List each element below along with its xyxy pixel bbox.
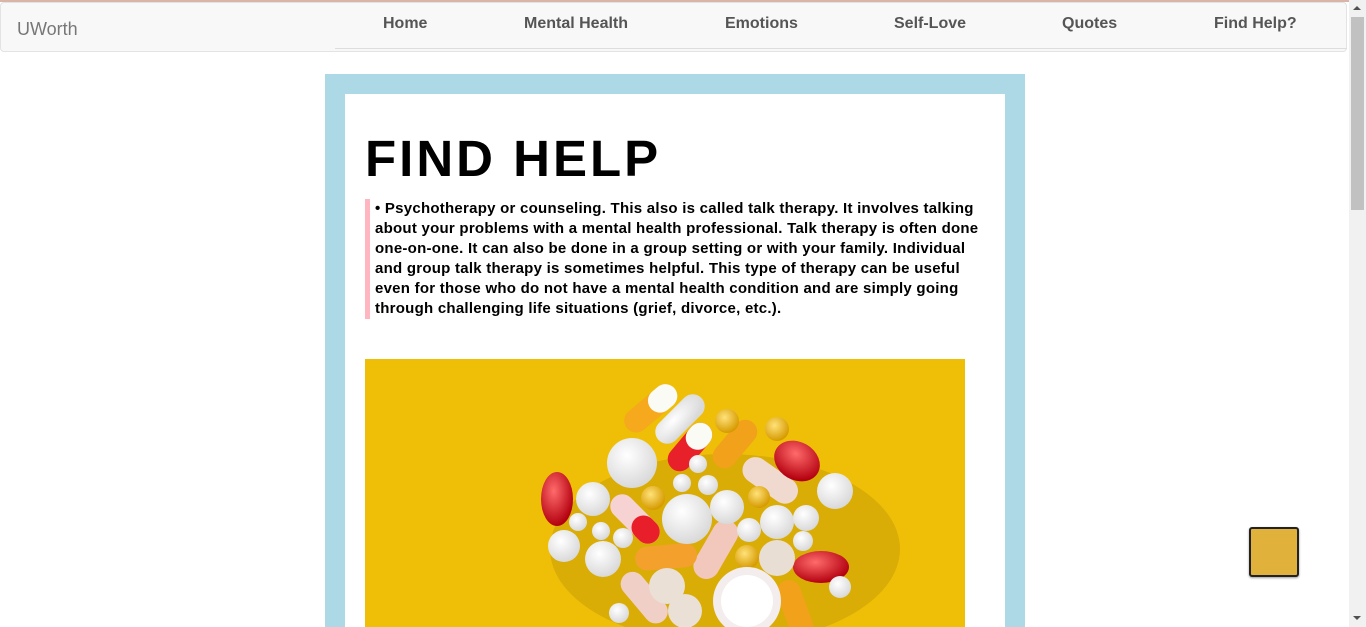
pills-image [365,359,965,627]
nav-item-self-love[interactable]: Self-Love [892,15,966,33]
content-frame: FIND HELP • Psychotherapy or counseling.… [325,74,1025,627]
vertical-scrollbar[interactable] [1349,0,1366,627]
nav-item-label: Find Help? [1214,15,1297,32]
scroll-up-arrow-icon[interactable] [1349,0,1366,17]
nav-item-find-help[interactable]: Find Help? [1212,15,1297,33]
nav-item-mental-health[interactable]: Mental Health [522,15,628,33]
scroll-down-arrow-icon[interactable] [1349,610,1366,627]
back-to-top-button[interactable] [1249,527,1299,577]
nav-item-label: Self-Love [894,15,967,32]
scroll-thumb[interactable] [1351,17,1364,210]
nav-item-label: Quotes [1062,15,1118,32]
nav-item-label: Home [383,15,428,32]
content-card: FIND HELP • Psychotherapy or counseling.… [345,94,1005,627]
nav-menu: Home Mental Health Emotions Self-Love Qu… [335,3,1347,49]
nav-item-label: Emotions [725,15,798,32]
nav-item-home[interactable]: Home [377,15,427,33]
page-title: FIND HELP [365,130,662,187]
navbar: UWorth Home Mental Health Emotions Self-… [0,2,1347,52]
brand-link[interactable]: UWorth [17,19,78,40]
nav-item-emotions[interactable]: Emotions [723,15,798,33]
nav-item-quotes[interactable]: Quotes [1060,15,1117,33]
nav-item-label: Mental Health [524,15,629,32]
help-paragraph: • Psychotherapy or counseling. This also… [365,199,980,319]
